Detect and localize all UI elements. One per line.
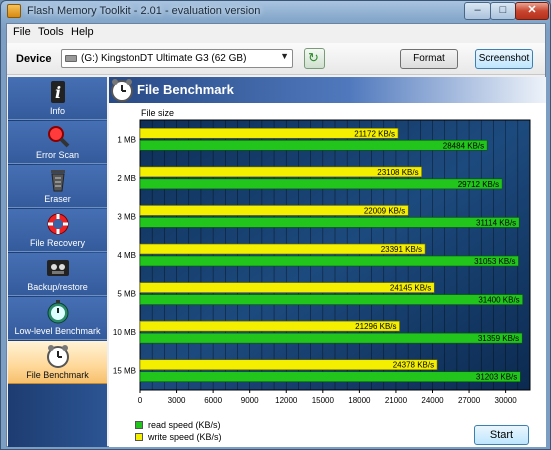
stopwatch-icon xyxy=(47,300,69,324)
nav-item-label: File Recovery xyxy=(29,238,85,248)
category-label: 10 MB xyxy=(113,328,136,337)
screenshot-button[interactable]: Screenshot xyxy=(475,49,533,69)
menu-tools[interactable]: Tools xyxy=(38,26,64,38)
usb-drive-icon xyxy=(65,55,77,62)
start-button[interactable]: Start xyxy=(474,425,529,445)
x-tick-label: 9000 xyxy=(241,396,259,405)
x-tick-label: 0 xyxy=(138,396,143,405)
legend-read-swatch xyxy=(135,421,143,429)
read-bar xyxy=(139,178,503,190)
nav-item-info[interactable]: i Info xyxy=(8,77,107,120)
legend-write-swatch xyxy=(135,433,143,441)
refresh-icon: ↻ xyxy=(308,50,319,65)
app-icon xyxy=(7,4,21,18)
legend-write: write speed (KB/s) xyxy=(135,432,222,442)
write-value-label: 22009 KB/s xyxy=(364,206,405,215)
nav-item-label: Low-level Benchmark xyxy=(14,326,101,336)
lifebuoy-icon xyxy=(47,213,69,235)
alarm-clock-icon xyxy=(111,79,133,102)
file-benchmark-panel: File Benchmark File size 0 3000 6000 9000 12… xyxy=(109,77,546,447)
device-label: Device xyxy=(16,53,52,65)
nav-item-backup-restore[interactable]: Backup/restore xyxy=(8,253,107,296)
read-value-label: 28484 KB/s xyxy=(443,141,484,150)
section-header: File Benchmark xyxy=(109,77,546,103)
x-tick-label: 15000 xyxy=(312,396,335,405)
write-value-label: 23108 KB/s xyxy=(377,168,418,177)
nav-item-eraser[interactable]: Eraser xyxy=(8,165,107,208)
nav-item-label: File Benchmark xyxy=(26,370,89,380)
read-value-label: 31114 KB/s xyxy=(476,218,516,227)
read-bar xyxy=(139,371,521,383)
cassette-icon xyxy=(47,260,69,276)
chevron-down-icon: ▼ xyxy=(280,51,289,61)
nav-item-label: Error Scan xyxy=(35,150,79,160)
nav-item-error-scan[interactable]: Error Scan xyxy=(8,121,107,164)
write-value-label: 23391 KB/s xyxy=(381,245,422,254)
category-label: 3 MB xyxy=(117,212,136,221)
nav-item-file-benchmark[interactable]: File Benchmark xyxy=(8,341,107,384)
x-tick-label: 6000 xyxy=(204,396,222,405)
title-bar[interactable]: Flash Memory Toolkit - 2.01 - evaluation… xyxy=(1,1,550,21)
close-icon: ✕ xyxy=(527,4,537,16)
category-label: 1 MB xyxy=(117,135,136,144)
write-value-label: 21172 KB/s xyxy=(354,129,395,138)
close-button[interactable]: ✕ xyxy=(515,2,549,20)
x-tick-label: 18000 xyxy=(348,396,371,405)
write-value-label: 21296 KB/s xyxy=(355,322,396,331)
read-value-label: 31053 KB/s xyxy=(474,257,515,266)
app-window: Flash Memory Toolkit - 2.01 - evaluation… xyxy=(0,0,551,450)
read-value-label: 29712 KB/s xyxy=(458,180,499,189)
legend-read: read speed (KB/s) xyxy=(135,420,221,430)
window-title: Flash Memory Toolkit - 2.01 - evaluation… xyxy=(27,5,261,17)
read-bar xyxy=(139,139,488,151)
alarm-clock-icon xyxy=(47,345,69,368)
write-value-label: 24378 KB/s xyxy=(393,361,434,370)
benchmark-chart: 0 3000 6000 9000 12000 15000 18000 21000 24000 27… xyxy=(113,119,531,405)
nav-item-low-level-benchmark[interactable]: Low-level Benchmark xyxy=(8,297,107,340)
nav-item-label: Eraser xyxy=(44,194,71,204)
legend-read-label: read speed (KB/s) xyxy=(148,420,221,430)
write-value-label: 24145 KB/s xyxy=(390,284,431,293)
read-bar xyxy=(139,294,523,305)
menu-help[interactable]: Help xyxy=(71,26,94,38)
maximize-button[interactable]: □ xyxy=(490,2,516,20)
minimize-icon: – xyxy=(474,4,481,16)
section-title: File Benchmark xyxy=(137,82,234,97)
nav-item-label: Info xyxy=(49,106,65,116)
x-tick-label: 21000 xyxy=(385,396,408,405)
x-tick-label: 3000 xyxy=(168,396,186,405)
category-label: 4 MB xyxy=(117,251,136,260)
svg-text:i: i xyxy=(55,83,61,102)
x-tick-label: 12000 xyxy=(275,396,298,405)
nav-item-label: Backup/restore xyxy=(27,282,88,292)
read-value-label: 31400 KB/s xyxy=(478,296,519,305)
legend-write-label: write speed (KB/s) xyxy=(148,432,222,442)
menu-bar: File Tools Help xyxy=(7,24,545,42)
x-tick-label: 24000 xyxy=(421,396,444,405)
sidebar: i Info Error Scan Eraser File Recovery B… xyxy=(8,77,107,447)
nav-item-file-recovery[interactable]: File Recovery xyxy=(8,209,107,252)
magnifier-icon xyxy=(48,126,70,148)
category-label: 2 MB xyxy=(117,174,136,183)
category-label: 15 MB xyxy=(113,367,136,376)
menu-file[interactable]: File xyxy=(13,26,31,38)
x-tick-label: 30000 xyxy=(495,396,518,405)
read-value-label: 31203 KB/s xyxy=(476,373,517,382)
format-button[interactable]: Format xyxy=(400,49,458,69)
client-area: File Tools Help Device (G:) KingstonDT U… xyxy=(6,23,546,447)
read-bar xyxy=(139,217,520,228)
refresh-button[interactable]: ↻ xyxy=(304,48,325,69)
trash-icon xyxy=(51,170,65,192)
read-value-label: 31359 KB/s xyxy=(478,334,519,343)
x-tick-label: 27000 xyxy=(458,396,481,405)
minimize-button[interactable]: – xyxy=(464,2,491,20)
device-select-value: (G:) KingstonDT Ultimate G3 (62 GB) xyxy=(81,53,247,64)
read-bar xyxy=(139,332,523,344)
device-select[interactable]: (G:) KingstonDT Ultimate G3 (62 GB) ▼ xyxy=(61,49,293,68)
read-bar xyxy=(139,255,519,267)
info-icon: i xyxy=(51,81,65,103)
device-toolbar: Device (G:) KingstonDT Ultimate G3 (62 G… xyxy=(7,43,545,75)
category-label: 5 MB xyxy=(117,290,136,299)
maximize-icon: □ xyxy=(499,4,507,16)
